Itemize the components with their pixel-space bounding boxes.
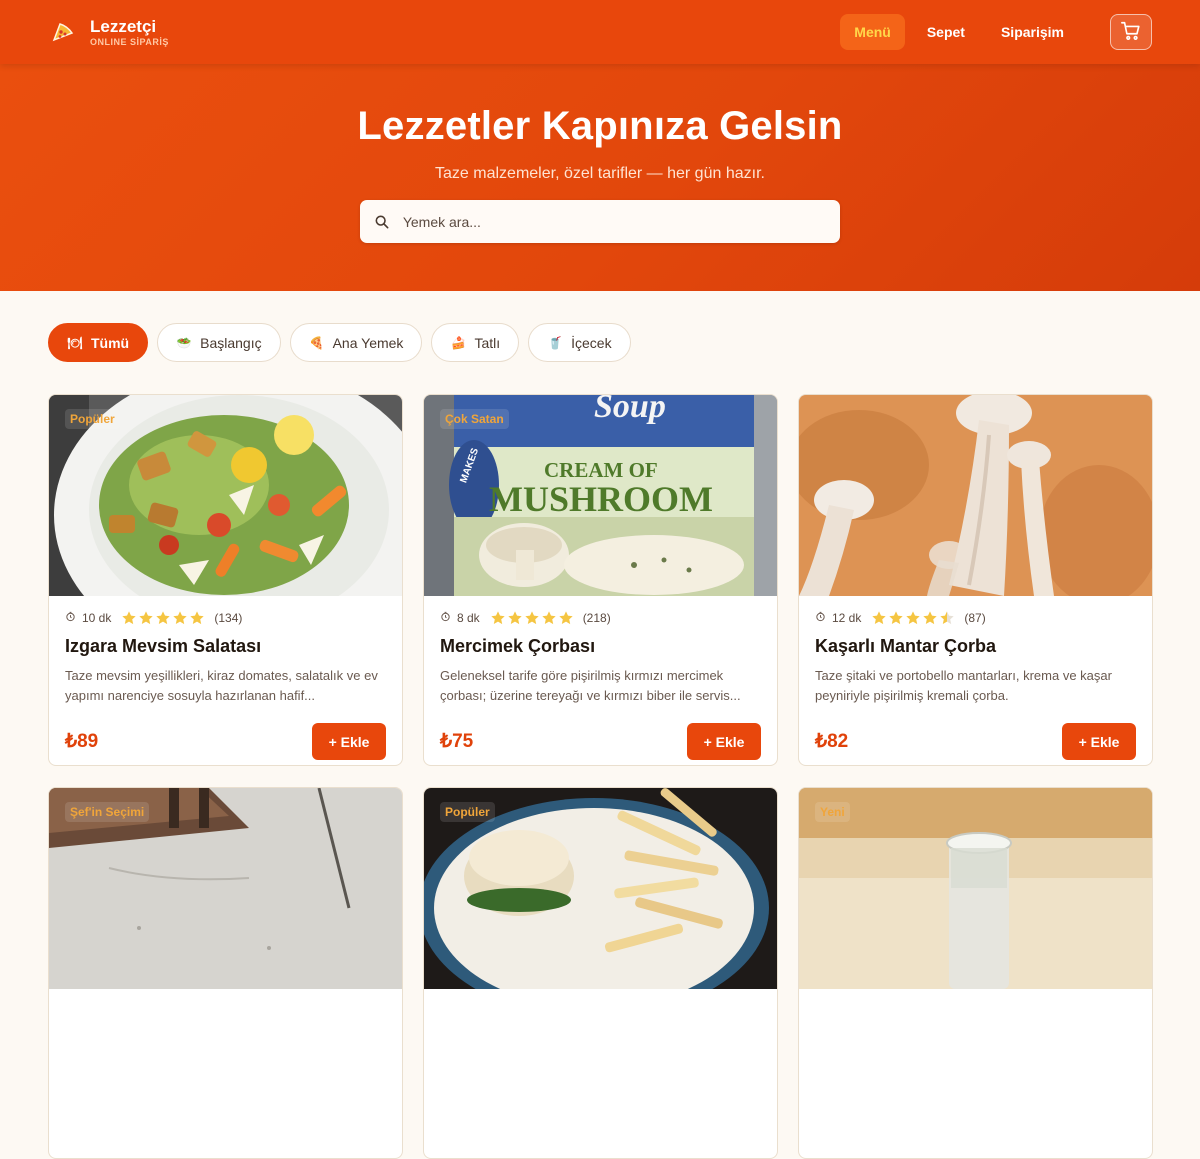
star-rating [490, 610, 574, 626]
nav-link-cart[interactable]: Sepet [913, 14, 979, 50]
search-icon [374, 213, 391, 231]
badge-label: Çok Satan [440, 409, 509, 429]
nav-link-orders[interactable]: Siparişim [987, 14, 1078, 50]
star-rating [121, 610, 205, 626]
review-count: (87) [964, 611, 986, 625]
product-card[interactable]: Popüler 10 dk (134) Izgara Mevsim Salata… [48, 394, 403, 766]
category-filters: 🍽 Tümü 🥗 Başlangıç 🍕 Ana Yemek 🍰 Tatlı 🥤… [48, 323, 631, 362]
add-to-cart-button[interactable]: + Ekle [312, 723, 386, 760]
category-label: Başlangıç [200, 334, 262, 351]
product-card[interactable]: Soup MAKES CREAM OF MUSHROOM Çok Satan 8… [423, 394, 778, 766]
search-input[interactable] [402, 213, 826, 230]
review-count: (218) [582, 611, 611, 625]
can-label-line2: MUSHROOM [489, 479, 713, 519]
clock-icon [440, 611, 451, 625]
badge-label: Popüler [65, 409, 120, 429]
product-card[interactable]: 12 dk (87) Kaşarlı Mantar Çorba Taze şit… [798, 394, 1153, 766]
product-image-burger: Popüler [424, 788, 777, 989]
star-icon [889, 611, 904, 625]
star-icon [139, 611, 154, 625]
product-card[interactable]: Yeni [798, 787, 1153, 1159]
badge-label: Popüler [440, 802, 495, 822]
star-icon [508, 611, 522, 625]
prep-time: 8 dk [457, 611, 480, 625]
star-icon [173, 611, 188, 625]
product-image-soup: Soup MAKES CREAM OF MUSHROOM Çok Satan [424, 395, 777, 596]
category-label: İçecek [571, 334, 612, 351]
product-title: Mercimek Çorbası [440, 636, 596, 656]
badge-label: Yeni [815, 802, 850, 822]
star-icon [525, 611, 539, 625]
star-icon [542, 611, 556, 625]
category-starters[interactable]: 🥗 Başlangıç [157, 323, 281, 362]
product-card[interactable]: Şef'in Seçimi [48, 787, 403, 1159]
clock-icon [65, 611, 76, 625]
nav-link-menu[interactable]: Menü [840, 14, 905, 50]
hero-subtitle: Taze malzemeler, özel tarifler — her gün… [435, 165, 765, 182]
top-navbar: Lezzetçi ONLINE SİPARİŞ Menü Sepet Sipar… [0, 0, 1200, 64]
product-card[interactable]: Popüler [423, 787, 778, 1159]
category-label: Tümü [91, 334, 130, 351]
star-icon [122, 611, 137, 625]
drink-icon: 🥤 [547, 335, 563, 350]
pizza-icon: 🍕 [309, 335, 325, 350]
search-box [360, 200, 840, 243]
cake-icon: 🍰 [450, 335, 466, 350]
prep-time: 12 dk [832, 611, 862, 625]
product-grid: Popüler 10 dk (134) Izgara Mevsim Salata… [48, 394, 1153, 1159]
hero-banner: Lezzetler Kapınıza Gelsin Taze malzemele… [0, 64, 1200, 291]
product-meta: 10 dk (134) [65, 610, 386, 626]
cart-button[interactable] [1110, 14, 1152, 50]
hero-title: Lezzetler Kapınıza Gelsin [357, 104, 843, 148]
category-drinks[interactable]: 🥤 İçecek [528, 323, 631, 362]
star-icon [559, 611, 573, 625]
half-star-icon [940, 611, 955, 625]
prep-time: 10 dk [82, 611, 112, 625]
category-label: Ana Yemek [332, 334, 404, 351]
product-image-mushrooms [799, 395, 1152, 596]
brand-subtitle: ONLINE SİPARİŞ [90, 36, 169, 47]
product-description: Geleneksel tarife göre pişirilmiş kırmız… [440, 668, 741, 703]
product-price: ₺75 [440, 731, 474, 752]
plate-icon: 🍽 [67, 335, 83, 350]
product-meta: 8 dk (218) [440, 610, 761, 626]
star-icon [491, 611, 505, 625]
category-all[interactable]: 🍽 Tümü [48, 323, 149, 362]
category-main-course[interactable]: 🍕 Ana Yemek [289, 323, 423, 362]
star-icon [190, 611, 205, 625]
star-icon [872, 611, 887, 625]
svg-text:Soup: Soup [594, 395, 666, 425]
star-icon [906, 611, 921, 625]
product-title: Kaşarlı Mantar Çorba [815, 636, 997, 656]
category-label: Tatlı [474, 334, 501, 351]
salad-icon: 🥗 [176, 335, 192, 350]
category-dessert[interactable]: 🍰 Tatlı [431, 323, 520, 362]
brand-name: Lezzetçi [90, 16, 157, 36]
star-icon [156, 611, 171, 625]
pizza-slice-icon [48, 17, 78, 47]
review-count: (134) [214, 611, 243, 625]
cart-icon [1120, 20, 1142, 45]
star-rating [871, 610, 955, 626]
badge-label: Şef'in Seçimi [65, 802, 150, 822]
add-to-cart-button[interactable]: + Ekle [1062, 723, 1136, 760]
product-price: ₺89 [65, 731, 99, 752]
product-description: Taze şitaki ve portobello mantarları, kr… [815, 668, 1112, 703]
product-image-wall: Şef'in Seçimi [49, 788, 402, 989]
product-image-salad: Popüler [49, 395, 402, 596]
product-image-glass: Yeni [799, 788, 1152, 989]
star-icon [923, 611, 938, 625]
product-price: ₺82 [815, 731, 849, 752]
product-title: Izgara Mevsim Salatası [65, 636, 262, 656]
product-description: Taze mevsim yeşillikleri, kiraz domates,… [65, 668, 378, 703]
nav-links: Menü Sepet Siparişim [840, 14, 1152, 50]
product-meta: 12 dk (87) [815, 610, 1136, 626]
add-to-cart-button[interactable]: + Ekle [687, 723, 761, 760]
brand[interactable]: Lezzetçi ONLINE SİPARİŞ [48, 17, 169, 48]
clock-icon [815, 611, 826, 625]
